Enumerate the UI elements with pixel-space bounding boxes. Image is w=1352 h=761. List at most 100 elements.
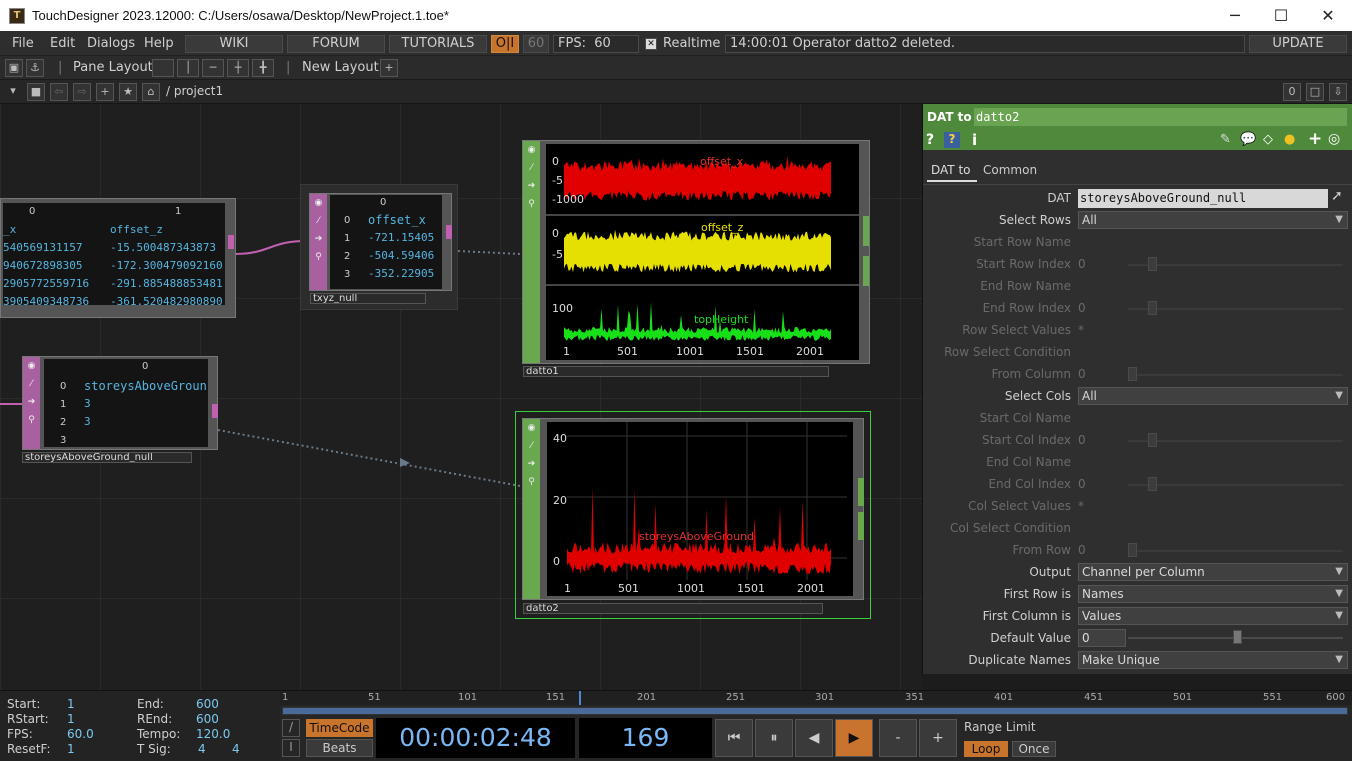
lock-icon[interactable]: ⚲ [525, 476, 538, 489]
viewer-icon[interactable]: ◉ [525, 144, 538, 157]
eraser-icon[interactable]: ◇ [1263, 132, 1273, 147]
layout-quad-button[interactable]: ╋ [252, 59, 274, 77]
bypass-icon[interactable]: ⁄ [25, 378, 38, 391]
tab-dat-to[interactable]: DAT to [927, 160, 977, 182]
help-icon[interactable]: ? [926, 132, 934, 148]
bypass-icon[interactable]: ⁄ [525, 162, 538, 175]
slider-knob[interactable] [1233, 630, 1242, 644]
beats-mode-button[interactable]: Beats [306, 739, 373, 757]
end-row-index-value[interactable]: 0 [1078, 301, 1086, 315]
layout-three-button[interactable]: ┼ [227, 59, 249, 77]
slider-knob[interactable] [1128, 367, 1137, 381]
tutorials-button[interactable]: TUTORIALS [389, 35, 487, 53]
pause-icon[interactable]: ⏸ [755, 719, 793, 757]
network-path[interactable]: / project1 [166, 84, 223, 98]
output-connector[interactable] [228, 235, 234, 249]
layout-vsplit-button[interactable]: │ [177, 59, 199, 77]
playhead[interactable] [579, 691, 581, 705]
rewind-icon[interactable]: ⏮ [715, 719, 753, 757]
output-connector[interactable] [858, 512, 864, 540]
menu-file[interactable]: File [12, 36, 34, 51]
fps-cap-field[interactable]: 60 [523, 35, 549, 53]
tempo-value[interactable]: 120.0 [196, 727, 230, 741]
slider-knob[interactable] [1148, 257, 1157, 271]
start-value[interactable]: 1 [67, 697, 75, 711]
start-col-index-slider[interactable] [1128, 440, 1343, 442]
display-icon[interactable]: ➔ [25, 396, 38, 409]
minimize-button[interactable]: ─ [1212, 0, 1258, 31]
stop-icon[interactable]: ■ [27, 83, 45, 101]
add-layout-button[interactable]: + [380, 59, 398, 77]
pane-image-icon[interactable]: ▣ [5, 59, 23, 77]
end-row-index-slider[interactable] [1128, 308, 1343, 310]
output-connector[interactable] [212, 404, 218, 418]
maximize-pane-icon[interactable]: □ [1306, 83, 1324, 101]
viewer-icon[interactable]: ◉ [312, 197, 325, 210]
display-icon[interactable]: ➔ [525, 180, 538, 193]
forward-arrow-icon[interactable]: ⇨ [73, 83, 91, 101]
python-help-icon[interactable]: ? [944, 132, 960, 148]
close-button[interactable]: ✕ [1305, 0, 1351, 31]
from-row-slider[interactable] [1128, 550, 1343, 552]
end-col-index-slider[interactable] [1128, 484, 1343, 486]
bypass-icon[interactable]: ⁄ [525, 440, 538, 453]
dat-field[interactable]: storeysAboveGround_null [1078, 189, 1328, 208]
menu-dialogs[interactable]: Dialogs [87, 36, 135, 51]
txyz-null-node[interactable]: ◉ ⁄ ➔ ⚲ 0 0 offset_x 1 -721.15405 2 -504… [300, 184, 458, 310]
comment-icon[interactable]: 💬 [1240, 132, 1256, 147]
first-column-is-dropdown[interactable]: Values ▼ [1078, 607, 1348, 625]
output-connector[interactable] [863, 216, 869, 246]
add-icon[interactable]: + [1308, 129, 1322, 149]
display-icon[interactable]: ➔ [525, 458, 538, 471]
slider-knob[interactable] [1148, 477, 1157, 491]
python-icon[interactable]: ● [1284, 132, 1295, 147]
tsig-numerator[interactable]: 4 [198, 742, 206, 756]
network-editor[interactable]: 0 1 _x offset_z 540569131157 -15.5004873… [0, 104, 922, 690]
select-cols-dropdown[interactable]: All ▼ [1078, 387, 1348, 405]
end-value[interactable]: 600 [196, 697, 219, 711]
anchor-icon[interactable]: ⚓ [26, 59, 44, 77]
timecode-mode-button[interactable]: TimeCode [306, 719, 373, 737]
slider-knob[interactable] [1148, 301, 1157, 315]
zero-field[interactable]: 0 [1283, 83, 1301, 101]
end-col-index-value[interactable]: 0 [1078, 477, 1086, 491]
node-label[interactable]: storeysAboveGround_null [22, 452, 192, 463]
output-connector[interactable] [858, 478, 864, 506]
target-icon[interactable]: ◎ [1328, 131, 1340, 147]
col-select-values-value[interactable]: * [1078, 499, 1084, 513]
wiki-button[interactable]: WIKI [185, 35, 283, 53]
update-button[interactable]: UPDATE [1249, 35, 1347, 53]
first-row-is-dropdown[interactable]: Names ▼ [1078, 585, 1348, 603]
download-icon[interactable]: ⇩ [1329, 83, 1347, 101]
step-plus-button[interactable]: + [919, 719, 957, 757]
table-node-partial[interactable]: 0 1 _x offset_z 540569131157 -15.5004873… [0, 198, 236, 318]
info-icon[interactable]: i [972, 131, 977, 149]
step-back-icon[interactable]: ◀ [795, 719, 833, 757]
output-connector[interactable] [863, 256, 869, 286]
fps-value[interactable]: 60.0 [67, 727, 94, 741]
from-column-slider[interactable] [1128, 374, 1343, 376]
timeline-range-bar[interactable] [282, 707, 1348, 715]
arrow-pointer-icon[interactable]: ➚ [1331, 188, 1343, 204]
start-row-index-slider[interactable] [1128, 264, 1343, 266]
datto2-node[interactable]: ◉ ⁄ ➔ ⚲ 40 20 0 storeysAboveGround 1 501… [515, 411, 871, 619]
forum-button[interactable]: FORUM [287, 35, 385, 53]
select-rows-dropdown[interactable]: All ▼ [1078, 211, 1348, 229]
maximize-button[interactable]: ☐ [1258, 0, 1304, 31]
rend-value[interactable]: 600 [196, 712, 219, 726]
node-label[interactable]: datto1 [523, 366, 829, 377]
slider-knob[interactable] [1148, 433, 1157, 447]
perform-toggle-button[interactable]: O|I [491, 35, 519, 53]
output-connector[interactable] [446, 225, 452, 239]
pencil-icon[interactable]: ✎ [1220, 132, 1231, 147]
add-icon[interactable]: + [96, 83, 114, 101]
storeys-null-node[interactable]: ◉ ⁄ ➔ ⚲ 0 0 storeysAboveGroun 1 3 2 3 3 … [22, 356, 218, 464]
chevron-down-icon[interactable]: ▾ [4, 83, 22, 101]
bypass-icon[interactable]: ⁄ [312, 215, 325, 228]
lock-icon[interactable]: ⚲ [525, 198, 538, 211]
resetf-value[interactable]: 1 [67, 742, 75, 756]
lock-icon[interactable]: ⚲ [312, 251, 325, 264]
node-label[interactable]: txyz_null [310, 293, 426, 304]
play-icon[interactable]: ▶ [835, 719, 873, 757]
star-icon[interactable]: ★ [119, 83, 137, 101]
